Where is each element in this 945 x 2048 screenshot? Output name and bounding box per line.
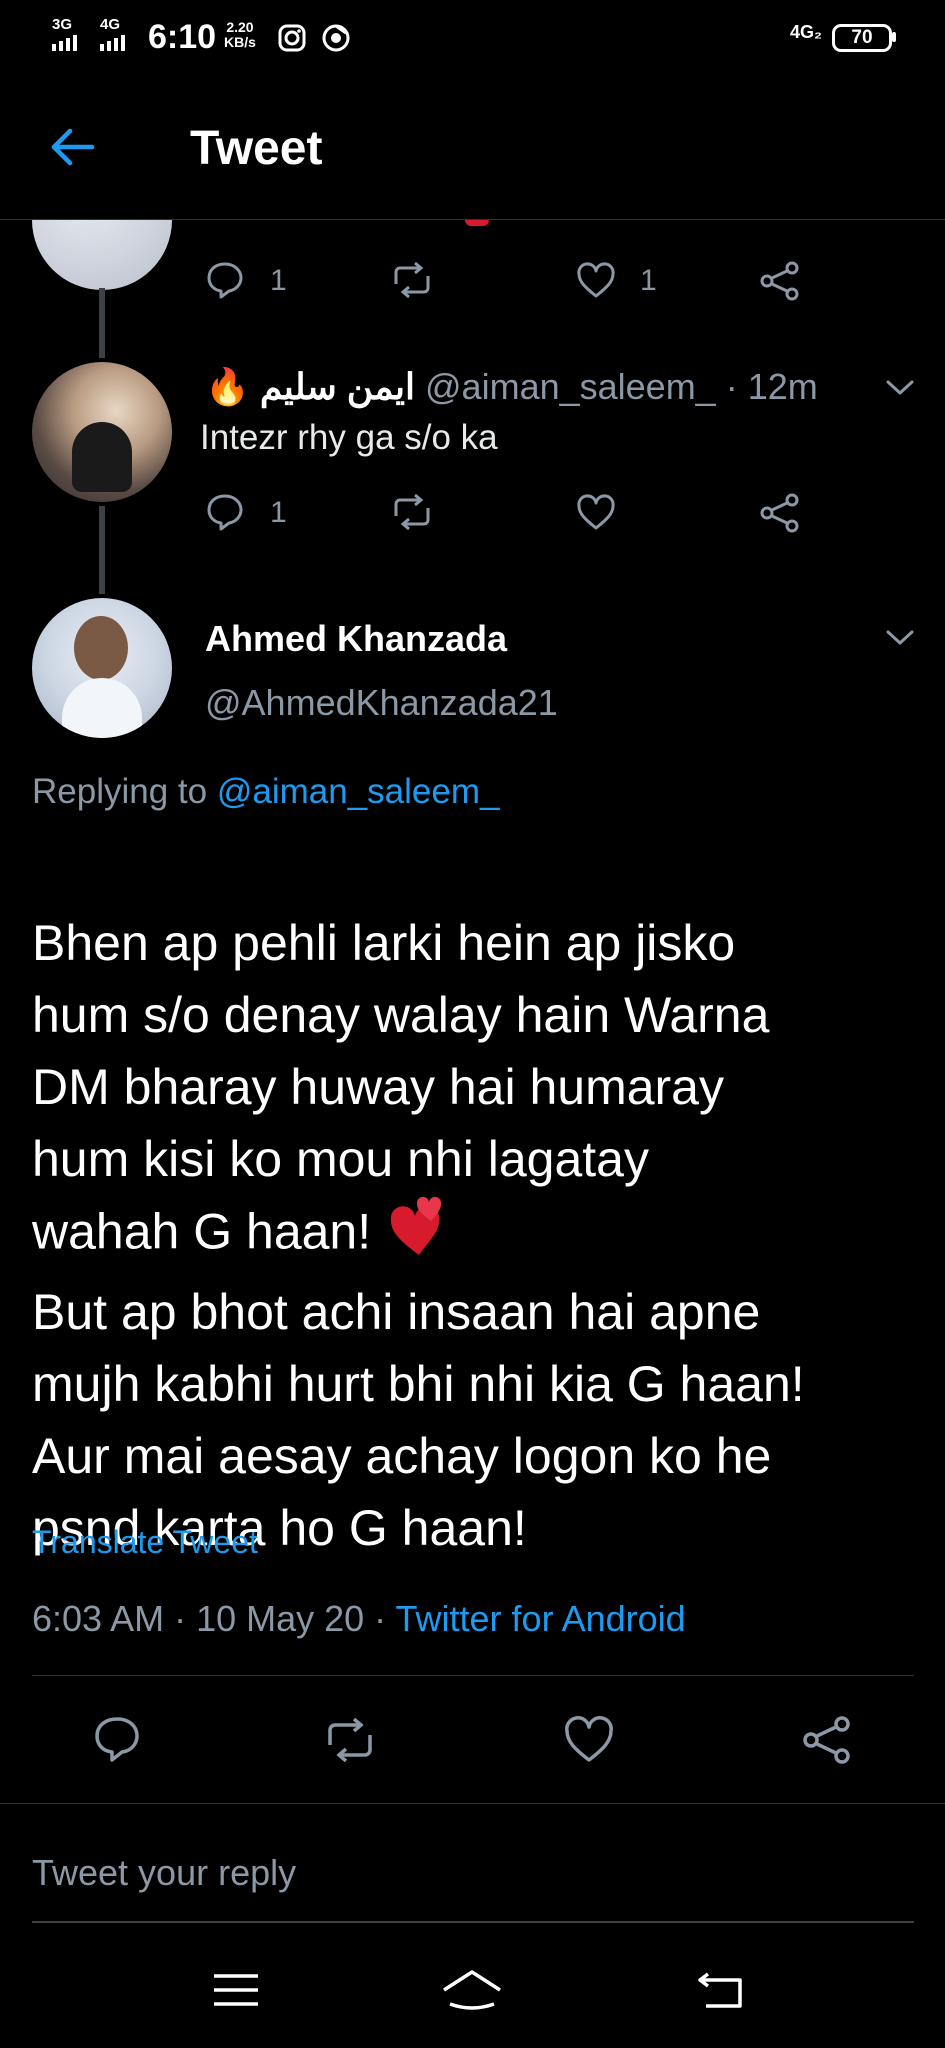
share-icon[interactable]: [758, 260, 802, 302]
chevron-down-icon[interactable]: [885, 378, 915, 398]
battery-indicator: 70: [832, 24, 892, 52]
retweet-icon[interactable]: [390, 494, 434, 530]
signal-3g-label: 3G: [52, 16, 73, 33]
replying-to: Replying to @aiman_saleem_: [32, 772, 499, 812]
reply-tweet-actions: 1: [0, 490, 945, 538]
like-icon[interactable]: [563, 1716, 615, 1764]
instagram-icon: [278, 24, 306, 52]
two-hearts-emoji: [385, 1195, 451, 1276]
top-app-bar: Tweet: [0, 85, 945, 220]
avatar-face: [74, 616, 128, 680]
avatar[interactable]: [32, 598, 172, 738]
meta-divider: [32, 1675, 914, 1676]
signal-3g-icon: 3G: [52, 16, 82, 51]
tweet-meta: 6:03 AM · 10 May 20 · Twitter for Androi…: [32, 1598, 686, 1640]
clock-time: 6:10: [148, 18, 217, 56]
author-handle[interactable]: @AhmedKhanzada21: [205, 682, 558, 724]
reply-icon[interactable]: [92, 1714, 142, 1764]
chrome-icon: [322, 24, 350, 52]
like-icon[interactable]: [575, 262, 617, 300]
translate-tweet-link[interactable]: Translate Tweet: [32, 1524, 258, 1561]
avatar[interactable]: [32, 362, 172, 502]
like-icon[interactable]: [575, 494, 617, 532]
main-tweet-actions: [0, 1712, 945, 1768]
speed-value: 2.20: [226, 19, 254, 35]
signal-4g-label: 4G: [100, 16, 121, 33]
tweet-timestamp: 6:03 AM · 10 May 20 ·: [32, 1598, 387, 1639]
reply-count: 1: [270, 496, 287, 529]
author-name[interactable]: Ahmed Khanzada: [205, 618, 507, 660]
status-bar: 3G 4G 6:10 2.20 KB/s 4G₂ 70: [0, 0, 945, 75]
speed-unit: KB/s: [224, 34, 256, 50]
reply-icon[interactable]: [205, 492, 245, 532]
replying-prefix: Replying to: [32, 772, 208, 811]
author-handle: @aiman_saleem_: [425, 366, 716, 407]
avatar-figure: [72, 422, 132, 492]
arrow-left-icon[interactable]: [48, 123, 96, 171]
prev-tweet-actions: 1 1: [0, 258, 945, 306]
meta-separator: ·: [725, 366, 738, 407]
back-nav-icon[interactable]: [696, 1970, 746, 2010]
reply-composer[interactable]: Tweet your reply: [0, 1810, 945, 1922]
menu-icon[interactable]: [212, 1970, 260, 2010]
battery-tip: [892, 32, 896, 42]
author-line: 🔥 ایمن سلیم @aiman_saleem_ · 12m: [205, 366, 818, 408]
network-speed: 2.20 KB/s: [224, 20, 256, 50]
signal-4g-icon: 4G: [100, 16, 134, 51]
reply-icon[interactable]: [205, 260, 245, 300]
share-icon[interactable]: [758, 492, 802, 534]
reply-count: 1: [270, 264, 287, 297]
tweet-text-part2: But ap bhot achi insaan hai apne mujh ka…: [32, 1284, 805, 1556]
replying-handle-link[interactable]: @aiman_saleem_: [217, 772, 500, 811]
tweet-time: 12m: [747, 366, 818, 407]
tweet-source-link[interactable]: Twitter for Android: [396, 1598, 686, 1639]
author-name: ایمن سلیم: [259, 366, 415, 407]
like-count: 1: [640, 264, 657, 297]
fire-emoji: 🔥: [205, 366, 250, 407]
tweet-text: Intezr rhy ga s/o ka: [200, 418, 498, 457]
heart-emoji-fragment: [465, 220, 489, 226]
system-nav-bar: [0, 1940, 945, 2048]
retweet-icon[interactable]: [322, 1718, 378, 1762]
retweet-icon[interactable]: [390, 262, 434, 298]
network-type: 4G₂: [790, 22, 823, 42]
chevron-down-icon[interactable]: [885, 628, 915, 648]
home-icon[interactable]: [440, 1968, 504, 2012]
reply-input-underline: [32, 1921, 914, 1923]
avatar-shirt: [62, 678, 142, 738]
page-title: Tweet: [190, 122, 323, 175]
reply-input[interactable]: Tweet your reply: [32, 1852, 296, 1894]
actions-divider: [0, 1803, 945, 1804]
tweet-body: Bhen ap pehli larki hein ap jisko hum s/…: [32, 835, 932, 1636]
share-icon[interactable]: [800, 1714, 854, 1766]
